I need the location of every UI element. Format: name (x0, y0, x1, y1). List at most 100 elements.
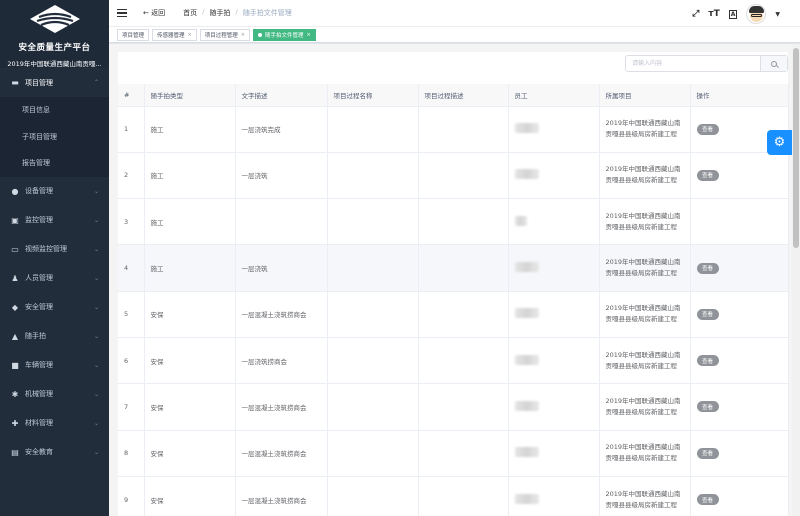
process-description (418, 430, 509, 477)
row-number: 2 (118, 152, 145, 200)
breadcrumb-snapshot[interactable]: 随手拍 (209, 8, 230, 18)
table-card: #随手拍类型文字描述项目过程名称项目过程描述员工所属项目操作 1施工一层浇筑完成… (118, 52, 789, 516)
sidebar-item-10[interactable]: ▤ 安全教育 ⌄ (0, 438, 109, 467)
view-button[interactable]: 查看 (696, 355, 719, 367)
tag-3[interactable]: 随手拍文件管理 × (252, 28, 316, 41)
tag-2[interactable]: 项目过程管理 × (199, 28, 250, 41)
column-header: 员工 (508, 84, 600, 107)
font-size-icon[interactable]: тT (708, 9, 719, 19)
sidebar-item-8[interactable]: ✱ 机械管理 ⌄ (0, 380, 109, 409)
process-description (418, 244, 509, 292)
process-description (418, 152, 509, 200)
close-icon[interactable]: × (188, 32, 192, 38)
table-row: 4 施工 一层浇筑 2019年中国联通西藏山南贡嘎县县级局房新建工程 查看 (118, 244, 789, 292)
process-description (418, 337, 509, 385)
table-body: 1 施工 一层浇筑完成 2019年中国联通西藏山南贡嘎县县级局房新建工程 查看 2 施工 一层… (118, 106, 789, 516)
text-description (235, 198, 328, 246)
blurred-employee-name (514, 354, 539, 365)
back-link[interactable]: ← 返回 (143, 8, 165, 18)
snapshot-type: 安保 (144, 291, 236, 338)
tag-0[interactable]: 项目管理 (117, 28, 150, 41)
column-header: 所属项目 (599, 84, 691, 107)
row-number: 8 (118, 430, 145, 477)
view-button[interactable]: 查看 (696, 169, 719, 181)
sidebar-item-5[interactable]: ◆ 安全管理 ⌄ (0, 293, 109, 322)
hamburger-icon[interactable] (117, 8, 127, 18)
table-row: 8 安保 一层混凝土浇筑捞商会 2019年中国联通西藏山南贡嘎县县级局房新建工程 查看 (118, 430, 789, 477)
text-description: 一层混凝土浇筑捞商会 (235, 430, 328, 477)
chevron-down-icon: ⌄ (93, 303, 99, 311)
close-icon[interactable]: × (306, 32, 310, 38)
process-name (327, 198, 419, 246)
process-description (418, 476, 509, 516)
column-header: # (118, 84, 145, 107)
tag-label: 传感器管理 (157, 32, 185, 39)
sidebar-item-7[interactable]: ■ 车辆管理 ⌄ (0, 351, 109, 380)
avatar[interactable] (746, 4, 767, 24)
process-description (418, 198, 509, 246)
employee-cell (508, 291, 600, 338)
search-button[interactable] (760, 56, 787, 71)
chevron-down-icon: ⌄ (93, 390, 99, 398)
text-description: 一层浇筑完成 (235, 106, 328, 153)
view-button[interactable]: 查看 (696, 262, 719, 274)
actions-cell: 查看 (690, 244, 789, 292)
breadcrumb-home[interactable]: 首页 (183, 8, 197, 18)
sub-menu-item[interactable]: 报告管理 (0, 150, 109, 177)
snapshot-type: 安保 (144, 383, 236, 431)
sidebar-item-9[interactable]: ✚ 材料管理 ⌄ (0, 409, 109, 438)
project-cell: 2019年中国联通西藏山南贡嘎县县级局房新建工程 (599, 291, 691, 338)
process-name (327, 337, 419, 385)
close-icon[interactable]: × (241, 32, 245, 38)
view-button[interactable]: 查看 (696, 308, 719, 320)
settings-button[interactable]: ⚙ (767, 130, 792, 155)
chevron-down-icon[interactable]: ▼ (775, 11, 780, 18)
snapshot-type: 施工 (144, 244, 236, 292)
sub-menu-item[interactable]: 项目信息 (0, 97, 109, 124)
snapshot-type: 安保 (144, 476, 236, 516)
tags-view: 项目管理 传感器管理 × 项目过程管理 × 随手拍文件管理 × (109, 27, 800, 43)
logo-icon (29, 5, 80, 33)
translate-icon[interactable]: A (728, 9, 738, 19)
sidebar-item-0[interactable]: ▬ 项目管理 ⌃ (0, 68, 109, 97)
sidebar-item-6[interactable]: ▲ 随手拍 ⌄ (0, 322, 109, 351)
table-row: 2 施工 一层浇筑 2019年中国联通西藏山南贡嘎县县级局房新建工程 查看 (118, 152, 789, 200)
row-number: 1 (118, 106, 145, 153)
table-row: 3 施工 2019年中国联通西藏山南贡嘎县县级局房新建工程 (118, 198, 789, 246)
employee-cell (508, 430, 600, 477)
process-name (327, 152, 419, 200)
sidebar-item-1[interactable]: ● 设备管理 ⌄ (0, 177, 109, 206)
actions-cell: 查看 (690, 383, 789, 431)
scrollbar[interactable] (792, 44, 800, 516)
scroll-thumb[interactable] (793, 48, 799, 248)
active-dot-icon (257, 32, 262, 37)
sidebar-item-4[interactable]: ♟ 人员管理 ⌄ (0, 264, 109, 293)
gear-icon: ⚙ (773, 135, 786, 150)
column-header: 项目过程描述 (418, 84, 509, 107)
fullscreen-icon[interactable]: ⤢ (692, 9, 699, 19)
chevron-down-icon: ⌄ (93, 361, 99, 369)
machine-icon: ✱ (11, 389, 19, 399)
view-button[interactable]: 查看 (696, 123, 719, 135)
project-cell: 2019年中国联通西藏山南贡嘎县县级局房新建工程 (599, 244, 691, 292)
actions-cell: 查看 (690, 476, 789, 516)
view-button[interactable]: 查看 (696, 447, 719, 459)
monitor-icon: ▣ (11, 215, 19, 225)
project-cell: 2019年中国联通西藏山南贡嘎县县级局房新建工程 (599, 152, 691, 200)
sidebar-item-3[interactable]: ▭ 视频监控管理 ⌄ (0, 235, 109, 264)
column-header: 文字描述 (235, 84, 328, 107)
employee-cell (508, 152, 600, 200)
sidebar-item-2[interactable]: ▣ 监控管理 ⌄ (0, 206, 109, 235)
sidebar-item-label: 安全管理 (25, 303, 53, 311)
view-button[interactable]: 查看 (696, 401, 719, 413)
snapshot-type: 安保 (144, 430, 236, 477)
sub-menu: 项目信息 子项目管理 报告管理 (0, 97, 109, 177)
video-icon: ▭ (11, 244, 19, 254)
sub-menu-item[interactable]: 子项目管理 (0, 124, 109, 151)
employee-cell (508, 337, 600, 385)
view-button[interactable]: 查看 (696, 494, 719, 506)
table-row: 5 安保 一层混凝土浇筑捞商会 2019年中国联通西藏山南贡嘎县县级局房新建工程 查看 (118, 291, 789, 338)
text-description: 一层混凝土浇筑捞商会 (235, 476, 328, 516)
tag-1[interactable]: 传感器管理 × (152, 28, 197, 41)
search-input[interactable] (626, 56, 760, 71)
